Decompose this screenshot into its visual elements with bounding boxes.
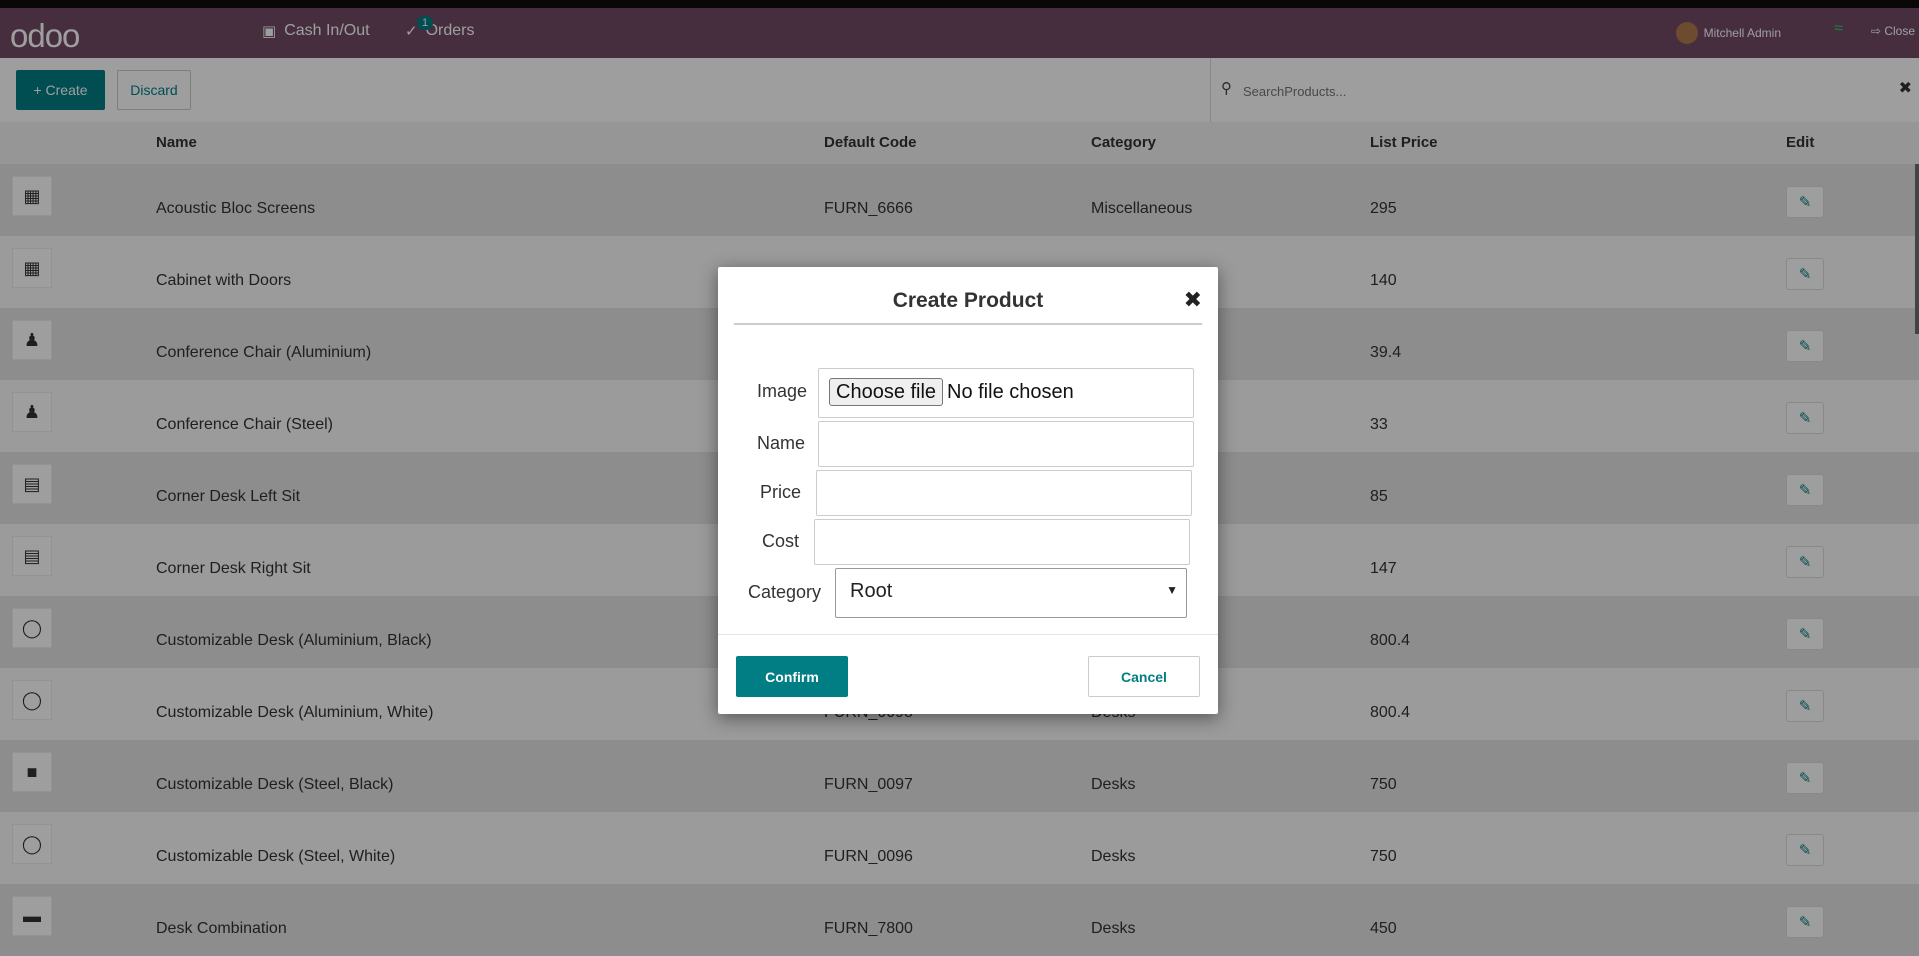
close-icon[interactable]: ✖ (1184, 287, 1202, 313)
image-file-field: Choose file No file chosen (818, 368, 1194, 418)
cost-field-box (814, 519, 1190, 565)
price-label: Price (760, 482, 802, 502)
cancel-button[interactable]: Cancel (1088, 656, 1200, 697)
create-product-dialog: Create Product ✖ Image Choose file No fi… (718, 267, 1218, 714)
file-status: No file chosen (947, 381, 1074, 403)
scrollbar[interactable] (1915, 164, 1919, 334)
confirm-button[interactable]: Confirm (736, 656, 848, 697)
image-label: Image (757, 381, 808, 401)
dialog-title: Create Product (892, 289, 1044, 312)
category-selected-value: Root (850, 580, 893, 602)
name-label: Name (757, 433, 806, 453)
cost-input[interactable] (815, 520, 1189, 564)
footer-divider (718, 634, 1218, 635)
name-input[interactable] (819, 422, 1193, 466)
cost-label: Cost (762, 531, 800, 551)
title-divider (734, 323, 1202, 325)
category-label: Category (748, 582, 822, 602)
name-field-box (818, 421, 1194, 467)
category-select[interactable]: Root ▼ (835, 568, 1187, 618)
price-input[interactable] (817, 471, 1191, 515)
chevron-down-icon: ▼ (1166, 583, 1178, 597)
price-field-box (816, 470, 1192, 516)
choose-file-button[interactable]: Choose file (829, 378, 944, 406)
